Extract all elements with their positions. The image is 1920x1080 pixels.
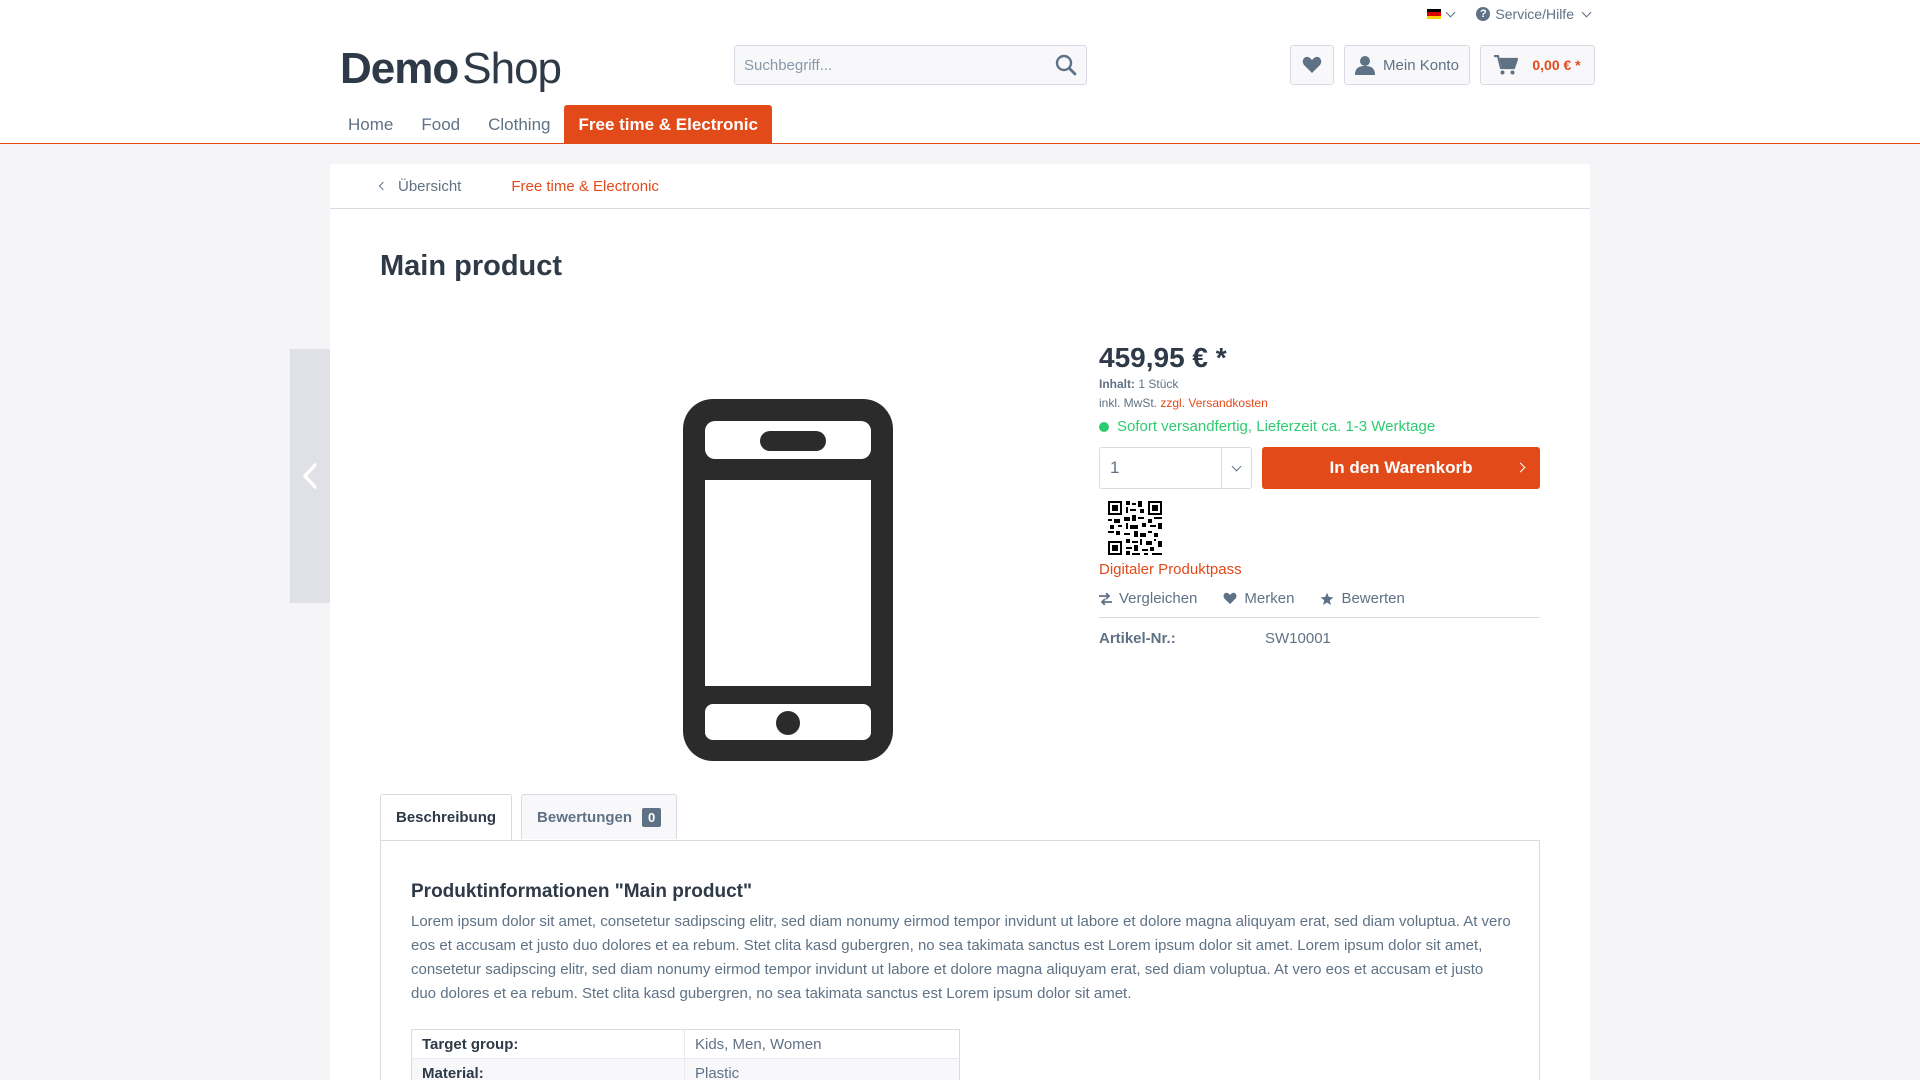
breadcrumb-category-link[interactable]: Free time & Electronic xyxy=(511,178,659,195)
properties-table: Target group: Kids, Men, Women Material:… xyxy=(411,1029,960,1080)
search-button[interactable] xyxy=(1046,46,1086,84)
rate-label: Bewerten xyxy=(1341,590,1405,607)
header-actions: Mein Konto 0,00 € * xyxy=(1290,45,1595,85)
product-title: Main product xyxy=(380,250,563,282)
delivery-text: Sofort versandfertig, Lieferzeit ca. 1-3… xyxy=(1117,418,1436,435)
article-number-value: SW10001 xyxy=(1265,630,1331,647)
logo-part-2: Shop xyxy=(462,44,562,93)
help-icon: ? xyxy=(1476,7,1491,21)
wishlist-button[interactable] xyxy=(1290,45,1334,85)
article-number-label: Artikel-Nr.: xyxy=(1099,630,1176,647)
description-text: Lorem ipsum dolor sit amet, consetetur s… xyxy=(411,913,1511,1002)
search-icon xyxy=(1055,54,1077,76)
content-label: Inhalt: xyxy=(1099,377,1135,391)
property-label: Target group: xyxy=(411,1029,685,1059)
tax-label: inkl. MwSt. xyxy=(1099,396,1158,410)
breadcrumb-back-label: Übersicht xyxy=(398,177,462,195)
table-row: Target group: Kids, Men, Women xyxy=(411,1029,960,1059)
top-bar: ? Service/Hilfe xyxy=(1427,6,1592,22)
quantity-select[interactable]: 1 xyxy=(1099,447,1252,489)
product-tabs: Beschreibung Bewertungen 0 xyxy=(380,794,678,840)
tax-info: inkl. MwSt. zzgl. Versandkosten xyxy=(1099,396,1540,410)
service-label: Service/Hilfe xyxy=(1495,6,1574,22)
property-value: Kids, Men, Women xyxy=(684,1029,960,1059)
content-value: 1 Stück xyxy=(1138,377,1179,391)
tab-description-label: Beschreibung xyxy=(396,809,497,826)
german-flag-icon xyxy=(1427,9,1442,19)
heart-icon xyxy=(1302,56,1322,73)
shop-logo[interactable]: Demo Shop xyxy=(340,44,562,94)
product-price: 459,95 € * xyxy=(1099,342,1227,373)
qr-code-icon xyxy=(1106,499,1164,557)
table-row: Material: Plastic xyxy=(411,1058,960,1080)
reviews-count-badge: 0 xyxy=(642,807,662,827)
chevron-left-icon xyxy=(378,181,388,191)
account-button[interactable]: Mein Konto xyxy=(1344,45,1470,85)
heart-icon xyxy=(1223,592,1237,605)
quantity-dropdown-toggle[interactable] xyxy=(1221,448,1251,488)
language-switcher[interactable] xyxy=(1427,7,1456,19)
delivery-status: Sofort versandfertig, Lieferzeit ca. 1-3… xyxy=(1099,418,1540,435)
main-navigation: Home Food Clothing Free time & Electroni… xyxy=(334,105,772,144)
smartphone-icon xyxy=(683,399,893,761)
tab-reviews-label: Bewertungen xyxy=(537,808,633,826)
remember-label: Merken xyxy=(1244,590,1295,607)
account-label: Mein Konto xyxy=(1383,56,1459,74)
chevron-down-icon xyxy=(1231,461,1242,471)
chevron-down-icon xyxy=(1581,7,1592,17)
nav-item-food[interactable]: Food xyxy=(407,105,474,144)
logo-part-1: Demo xyxy=(340,44,459,93)
service-menu[interactable]: ? Service/Hilfe xyxy=(1476,6,1592,22)
cart-amount: 0,00 € * xyxy=(1532,57,1581,73)
add-to-cart-button[interactable]: In den Warenkorb xyxy=(1262,447,1540,489)
search-box xyxy=(734,45,1087,85)
nav-item-home[interactable]: Home xyxy=(334,105,407,144)
tab-reviews[interactable]: Bewertungen 0 xyxy=(521,794,678,839)
breadcrumb-back-link[interactable]: Übersicht xyxy=(378,177,462,195)
article-number-row: Artikel-Nr.: SW10001 xyxy=(1099,630,1540,647)
tab-description[interactable]: Beschreibung xyxy=(380,794,513,840)
nav-item-clothing[interactable]: Clothing xyxy=(474,105,564,144)
add-to-cart-label: In den Warenkorb xyxy=(1329,458,1473,477)
nav-item-free-time-electronic[interactable]: Free time & Electronic xyxy=(564,105,772,144)
digital-product-passport-link[interactable]: Digitaler Produktpass xyxy=(1099,561,1540,578)
status-dot-icon xyxy=(1099,421,1109,432)
breadcrumb: Übersicht Free time & Electronic xyxy=(330,164,1590,209)
buy-row: 1 In den Warenkorb xyxy=(1099,447,1540,489)
product-detail-page: Übersicht Free time & Electronic Main pr… xyxy=(330,164,1590,1080)
product-image[interactable] xyxy=(600,360,980,788)
buy-box: 459,95 € * Inhalt: 1 Stück inkl. MwSt. z… xyxy=(1099,342,1540,647)
property-label: Material: xyxy=(411,1058,685,1080)
content-info: Inhalt: 1 Stück xyxy=(1099,377,1540,391)
chevron-right-icon xyxy=(1515,462,1526,473)
user-icon xyxy=(1355,56,1376,75)
property-value: Plastic xyxy=(684,1058,960,1080)
rate-link[interactable]: Bewerten xyxy=(1320,590,1405,607)
shipping-costs-link[interactable]: zzgl. Versandkosten xyxy=(1160,396,1267,410)
compare-label: Vergleichen xyxy=(1119,590,1198,607)
product-actions: Vergleichen Merken Bewerten xyxy=(1099,590,1540,618)
remember-link[interactable]: Merken xyxy=(1223,590,1294,607)
chevron-left-icon xyxy=(303,463,317,489)
chevron-down-icon xyxy=(1445,7,1456,17)
description-title: Produktinformationen "Main product" xyxy=(411,881,753,902)
compare-icon xyxy=(1099,592,1112,605)
compare-link[interactable]: Vergleichen xyxy=(1099,590,1197,607)
cart-button[interactable]: 0,00 € * xyxy=(1480,45,1595,85)
description-panel: Produktinformationen "Main product" Lore… xyxy=(380,840,1540,1080)
search-input[interactable] xyxy=(735,46,1046,84)
previous-product-button[interactable] xyxy=(290,349,330,603)
cart-icon xyxy=(1494,55,1519,75)
quantity-value: 1 xyxy=(1110,458,1120,477)
star-icon xyxy=(1321,592,1334,605)
site-header: ? Service/Hilfe Demo Shop Mein xyxy=(0,0,1920,144)
